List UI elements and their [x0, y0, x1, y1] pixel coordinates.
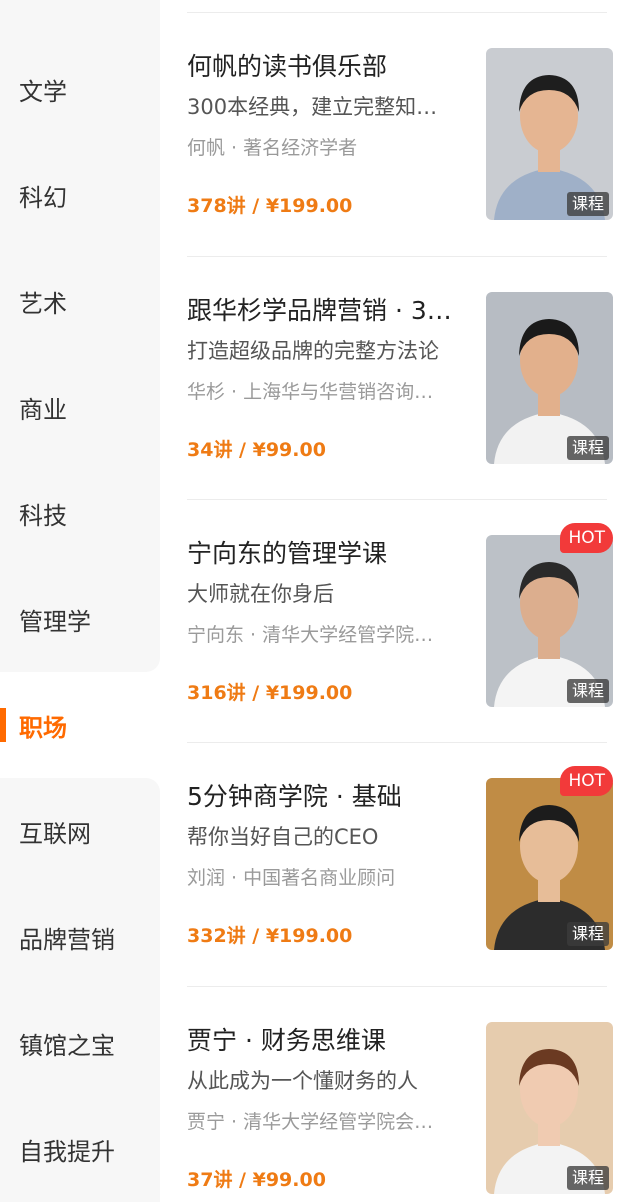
course-title: 何帆的读书俱乐部	[187, 52, 388, 81]
course-subtitle: 打造超级品牌的完整方法论	[187, 339, 439, 363]
sidebar-item-technology[interactable]: 科技	[0, 460, 160, 566]
course-price: 37讲 / ¥99.00	[187, 1169, 326, 1191]
course-thumbnail[interactable]: 课程	[486, 535, 613, 707]
sidebar-item-management[interactable]: 管理学	[0, 566, 160, 672]
course-thumbnail[interactable]: 课程	[486, 48, 613, 220]
course-type-badge: 课程	[566, 436, 609, 460]
course-author: 贾宁 · 清华大学经管学院会…	[187, 1111, 434, 1133]
course-thumbnail[interactable]: 课程	[486, 1022, 613, 1194]
sidebar-item-label: 镇馆之宝	[19, 1031, 115, 1060]
course-thumbnail[interactable]: 课程	[486, 292, 613, 464]
course-card[interactable]: 宁向东的管理学课 大师就在你身后 宁向东 · 清华大学经管学院… 316讲 / …	[187, 523, 613, 707]
sidebar-item-art[interactable]: 艺术	[0, 248, 160, 354]
sidebar-item-brand-marketing[interactable]: 品牌营销	[0, 884, 160, 990]
course-subtitle: 帮你当好自己的CEO	[187, 825, 379, 849]
course-type-badge: 课程	[566, 1166, 609, 1190]
course-title: 跟华杉学品牌营销 · 3…	[187, 296, 452, 325]
sidebar-top-filler	[0, 0, 160, 36]
sidebar-item-label: 互联网	[19, 819, 91, 848]
course-title: 贾宁 · 财务思维课	[187, 1026, 386, 1055]
course-subtitle: 300本经典，建立完整知…	[187, 95, 438, 119]
course-title: 5分钟商学院 · 基础	[187, 782, 402, 811]
course-price: 378讲 / ¥199.00	[187, 195, 353, 217]
divider	[187, 986, 607, 987]
divider	[187, 499, 607, 500]
sidebar-item-label: 品牌营销	[19, 925, 115, 954]
sidebar-item-treasures[interactable]: 镇馆之宝	[0, 990, 160, 1096]
hot-badge: HOT	[560, 766, 613, 796]
course-card[interactable]: 贾宁 · 财务思维课 从此成为一个懂财务的人 贾宁 · 清华大学经管学院会… 3…	[187, 1022, 613, 1194]
course-card[interactable]: 跟华杉学品牌营销 · 3… 打造超级品牌的完整方法论 华杉 · 上海华与华营销咨…	[187, 292, 613, 464]
course-card[interactable]: 5分钟商学院 · 基础 帮你当好自己的CEO 刘润 · 中国著名商业顾问 332…	[187, 766, 613, 950]
divider	[187, 12, 607, 13]
course-price: 332讲 / ¥199.00	[187, 925, 353, 947]
course-type-badge: 课程	[566, 922, 609, 946]
sidebar-item-label: 科技	[19, 501, 67, 530]
course-author: 何帆 · 著名经济学者	[187, 137, 358, 159]
sidebar-item-self-improvement[interactable]: 自我提升	[0, 1096, 160, 1202]
course-card[interactable]: 何帆的读书俱乐部 300本经典，建立完整知… 何帆 · 著名经济学者 378讲 …	[187, 48, 613, 220]
course-author: 宁向东 · 清华大学经管学院…	[187, 624, 434, 646]
course-price: 316讲 / ¥199.00	[187, 682, 353, 704]
sidebar-item-label: 自我提升	[19, 1137, 115, 1166]
category-sidebar: 文学 科幻 艺术 商业 科技 管理学 职场 互联网 品牌营销 镇馆之宝 自我提升	[0, 0, 160, 1202]
sidebar-item-business[interactable]: 商业	[0, 354, 160, 460]
divider	[187, 256, 607, 257]
sidebar-item-label: 科幻	[19, 183, 67, 212]
hot-badge: HOT	[560, 523, 613, 553]
course-list: 何帆的读书俱乐部 300本经典，建立完整知… 何帆 · 著名经济学者 378讲 …	[187, 0, 613, 1194]
course-thumbnail[interactable]: 课程	[486, 778, 613, 950]
sidebar-item-label: 艺术	[19, 289, 67, 318]
course-subtitle: 大师就在你身后	[187, 582, 334, 606]
sidebar-item-label: 管理学	[19, 607, 91, 636]
sidebar-item-label: 文学	[19, 77, 67, 106]
course-type-badge: 课程	[566, 192, 609, 216]
active-indicator	[0, 708, 6, 742]
sidebar-item-label: 职场	[19, 713, 67, 742]
course-author: 刘润 · 中国著名商业顾问	[187, 867, 396, 889]
sidebar-item-scifi[interactable]: 科幻	[0, 142, 160, 248]
course-type-badge: 课程	[566, 679, 609, 703]
course-author: 华杉 · 上海华与华营销咨询…	[187, 381, 434, 403]
course-subtitle: 从此成为一个懂财务的人	[187, 1069, 418, 1093]
sidebar-item-label: 商业	[19, 395, 67, 424]
sidebar-item-literature[interactable]: 文学	[0, 36, 160, 142]
course-title: 宁向东的管理学课	[187, 539, 388, 568]
sidebar-item-internet[interactable]: 互联网	[0, 778, 160, 884]
divider	[187, 742, 607, 743]
sidebar-item-workplace[interactable]: 职场	[0, 672, 160, 778]
course-price: 34讲 / ¥99.00	[187, 439, 326, 461]
